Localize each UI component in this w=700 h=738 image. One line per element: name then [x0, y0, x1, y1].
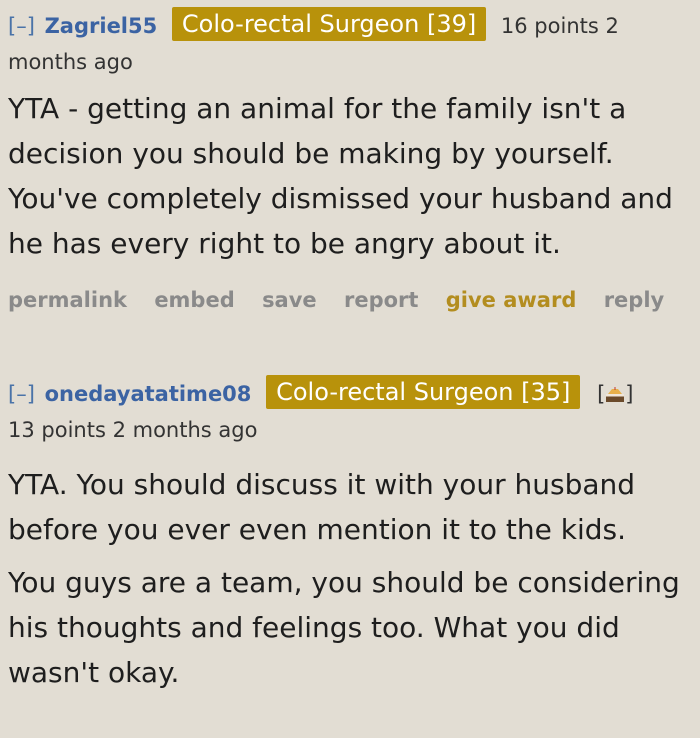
- permalink-button[interactable]: permalink: [8, 288, 127, 312]
- score: 16 points: [500, 14, 599, 38]
- reply-button[interactable]: reply: [604, 288, 665, 312]
- comment-paragraph: YTA. You should discuss it with your hus…: [8, 468, 636, 546]
- cake-icon: [605, 378, 625, 402]
- comment-tagline: [–] Zagriel55 Colo-rectal Surgeon [39] 1…: [8, 7, 694, 80]
- awards-badge: [ ]: [597, 382, 633, 406]
- awards-bracket-open: [: [597, 382, 606, 406]
- score: 13 points: [8, 418, 106, 442]
- comment-tagline: [–] onedayatatime08 Colo-rectal Surgeon …: [8, 375, 694, 448]
- user-flair: Colo-rectal Surgeon [39]: [171, 7, 487, 41]
- report-button[interactable]: report: [344, 288, 418, 312]
- collapse-toggle[interactable]: [–]: [8, 382, 35, 406]
- comment-body: YTA - getting an animal for the family i…: [8, 86, 694, 266]
- awards-bracket-close: ]: [625, 382, 634, 406]
- give-award-button[interactable]: give award: [446, 288, 577, 312]
- comment: [–] onedayatatime08 Colo-rectal Surgeon …: [8, 375, 694, 695]
- author-link[interactable]: onedayatatime08: [45, 382, 252, 406]
- comment-actions: permalink embed save report give award r…: [8, 288, 694, 312]
- comment: [–] Zagriel55 Colo-rectal Surgeon [39] 1…: [8, 7, 694, 312]
- comment-paragraph: You guys are a team, you should be consi…: [8, 566, 680, 689]
- collapse-toggle[interactable]: [–]: [8, 14, 35, 38]
- comment-paragraph: YTA - getting an animal for the family i…: [8, 92, 673, 260]
- embed-button[interactable]: embed: [154, 288, 234, 312]
- save-button[interactable]: save: [262, 288, 317, 312]
- author-link[interactable]: Zagriel55: [45, 14, 158, 38]
- comment-body: YTA. You should discuss it with your hus…: [8, 462, 694, 695]
- timestamp: 2 months ago: [112, 418, 258, 442]
- user-flair: Colo-rectal Surgeon [35]: [266, 375, 581, 409]
